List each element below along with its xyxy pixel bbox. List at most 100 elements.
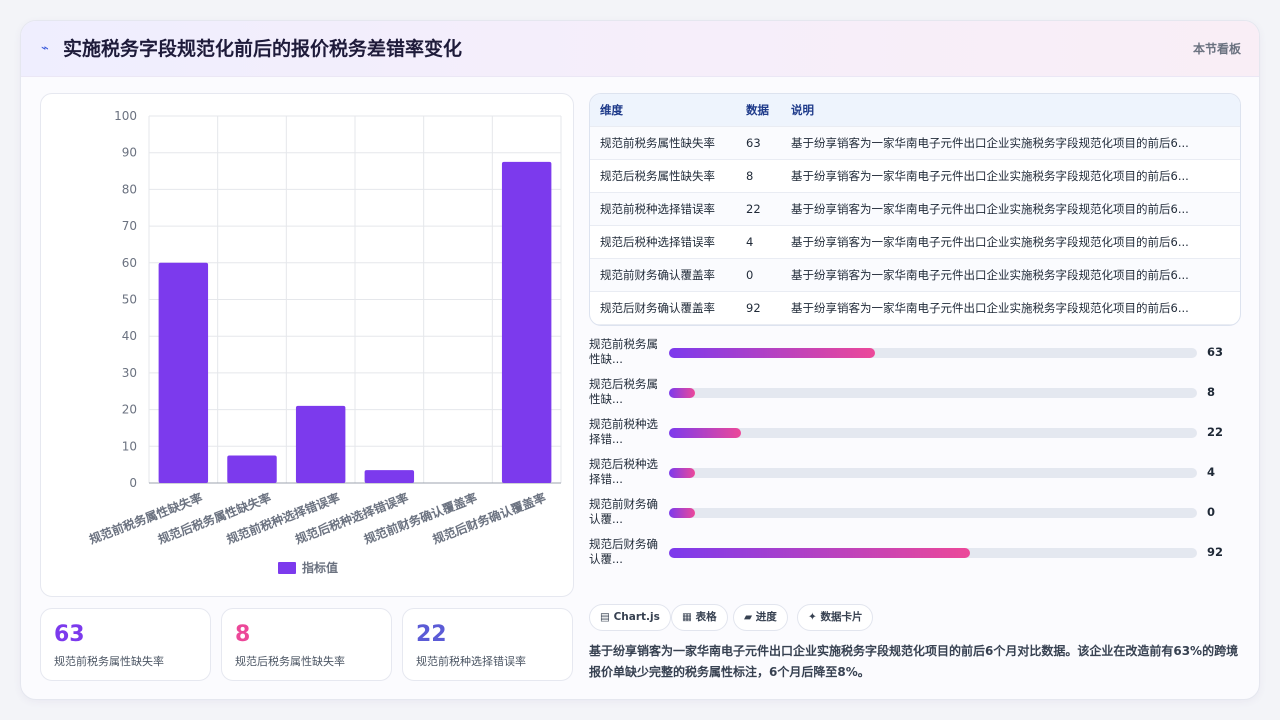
x-tick-label: 规范前税务属性缺失率 <box>87 490 204 547</box>
progress-label: 规范前财务确认覆... <box>589 497 658 526</box>
y-tick-label: 30 <box>122 366 137 380</box>
chip-chart[interactable]: ▤ Chart.js <box>589 604 671 631</box>
table-row: 规范后财务确认覆盖率 92 基于纷享销客为一家华南电子元件出口企业实施税务字段规范化… <box>590 292 1240 325</box>
table-header-cell: 维度 <box>600 103 623 117</box>
chip-table[interactable]: ▦ 表格 <box>671 604 728 631</box>
chart-icon: ▤ <box>600 611 610 623</box>
progress-item: 规范前财务确认覆... 0 <box>589 495 1249 529</box>
table-row: 规范前税务属性缺失率 63 基于纷享销客为一家华南电子元件出口企业实施税务字段规范化… <box>590 127 1240 160</box>
progress-icon: ▰ <box>744 611 753 623</box>
stat-value: 8 <box>235 622 251 647</box>
bar <box>295 405 346 483</box>
page-title: 实施税务字段规范化前后的报价税务差错率变化 <box>63 38 463 60</box>
table-cell: 0 <box>746 268 754 282</box>
stat-value: 22 <box>416 622 447 647</box>
table-row: 规范后税种选择错误率 4 基于纷享销客为一家华南电子元件出口企业实施税务字段规范化项… <box>590 226 1240 259</box>
progress-fill <box>669 548 970 558</box>
y-tick-label: 0 <box>129 476 137 490</box>
y-tick-label: 50 <box>122 293 137 307</box>
progress-label: 规范前税务属性缺... <box>589 337 658 366</box>
x-tick-label: 规范前财务确认覆盖率 <box>362 490 479 547</box>
stat-card: 22 规范前税种选择错误率 <box>402 608 573 681</box>
progress-fill <box>669 348 875 358</box>
table-cell: 基于纷享销客为一家华南电子元件出口企业实施税务字段规范化项目的前后6... <box>791 169 1189 183</box>
progress-track <box>669 508 1197 518</box>
progress-item: 规范前税务属性缺... 63 <box>589 335 1249 369</box>
table-header-cell: 数据 <box>746 103 769 117</box>
table-icon: ▦ <box>682 611 692 623</box>
bar <box>227 455 277 483</box>
header-bar: ⌁ 实施税务字段规范化前后的报价税务差错率变化 本节看板 <box>21 21 1259 77</box>
progress-label: 规范后税种选择错... <box>589 457 658 486</box>
table-cell: 规范后税种选择错误率 <box>600 235 715 249</box>
x-tick-label: 规范后税务属性缺失率 <box>156 490 273 547</box>
table-header-row: 维度 数据 说明 <box>590 94 1240 127</box>
chip-progress[interactable]: ▰ 进度 <box>733 604 788 631</box>
chip-label: Chart.js <box>613 611 660 623</box>
table-row: 规范前税种选择错误率 22 基于纷享销客为一家华南电子元件出口企业实施税务字段规范化… <box>590 193 1240 226</box>
table-cell: 基于纷享销客为一家华南电子元件出口企业实施税务字段规范化项目的前后6... <box>791 136 1189 150</box>
chip-label: 进度 <box>755 611 777 623</box>
table-cell: 基于纷享销客为一家华南电子元件出口企业实施税务字段规范化项目的前后6... <box>791 301 1189 315</box>
x-tick-label: 规范后税种选择错误率 <box>293 490 410 547</box>
progress-label: 规范前税种选择错... <box>589 417 658 446</box>
y-tick-label: 80 <box>122 182 137 196</box>
sparkle-icon: ⌁ <box>41 41 49 56</box>
progress-track <box>669 548 1197 558</box>
progress-track <box>669 428 1197 438</box>
bar-chart-svg: 0 10 20 30 40 50 60 70 80 90 100 规范前税务属性缺失率规范后税务属性缺… <box>87 109 562 575</box>
data-table: 维度 数据 说明 规范前税务属性缺失率 63 基于纷享销客为一家华南电子元件出口企业… <box>589 93 1241 326</box>
table-cell: 8 <box>746 169 754 183</box>
section-board-link[interactable]: 本节看板 <box>1193 39 1241 59</box>
progress-track <box>669 388 1197 398</box>
table-cell: 4 <box>746 235 754 249</box>
table-row: 规范前财务确认覆盖率 0 基于纷享销客为一家华南电子元件出口企业实施税务字段规范化项… <box>590 259 1240 292</box>
table-cell: 基于纷享销客为一家华南电子元件出口企业实施税务字段规范化项目的前后6... <box>791 268 1189 282</box>
progress-fill <box>669 508 696 518</box>
progress-item: 规范后税种选择错... 4 <box>589 455 1249 489</box>
card-icon: ✦ <box>808 611 817 623</box>
stat-card: 8 规范后税务属性缺失率 <box>221 608 392 681</box>
progress-track <box>669 468 1197 478</box>
table-cell: 规范后财务确认覆盖率 <box>600 301 715 315</box>
progress-fill <box>669 388 696 398</box>
table-cell: 规范后税务属性缺失率 <box>600 169 715 183</box>
table-cell: 规范前税种选择错误率 <box>600 202 715 216</box>
table-cell: 92 <box>746 301 761 315</box>
progress-item: 规范前税种选择错... 22 <box>589 415 1249 449</box>
stat-label: 规范后税务属性缺失率 <box>235 655 345 668</box>
progress-item: 规范后税务属性缺... 8 <box>589 375 1249 409</box>
progress-item: 规范后财务确认覆... 92 <box>589 535 1249 569</box>
description-text: 基于纷享销客为一家华南电子元件出口企业实施税务字段规范化项目的前后6个月对比数据… <box>589 644 1239 679</box>
y-tick-label: 60 <box>122 256 137 270</box>
table-header-cell: 说明 <box>791 103 814 117</box>
chip-card[interactable]: ✦ 数据卡片 <box>797 604 874 631</box>
table-cell: 22 <box>746 202 761 216</box>
progress-value: 4 <box>1207 465 1216 479</box>
table-cell: 基于纷享销客为一家华南电子元件出口企业实施税务字段规范化项目的前后6... <box>791 235 1189 249</box>
bar-chart: 0 10 20 30 40 50 60 70 80 90 100 规范前税务属性缺失率 规范后税务属性缺… <box>40 93 574 597</box>
stat-card: 63 规范前税务属性缺失率 <box>40 608 211 681</box>
progress-fill <box>669 468 696 478</box>
bar <box>501 161 552 483</box>
bar <box>364 470 415 483</box>
x-tick-label: 规范前税种选择错误率 <box>224 490 341 547</box>
table-cell: 规范前税务属性缺失率 <box>600 136 715 150</box>
dashboard-card: ⌁ 实施税务字段规范化前后的报价税务差错率变化 本节看板 0 10 20 30 40 50… <box>20 20 1260 700</box>
table-cell: 63 <box>746 136 761 150</box>
progress-fill <box>669 428 741 438</box>
progress-track <box>669 348 1197 358</box>
stat-value: 63 <box>54 622 85 647</box>
table-cell: 基于纷享销客为一家华南电子元件出口企业实施税务字段规范化项目的前后6... <box>791 202 1189 216</box>
stat-label: 规范前税种选择错误率 <box>416 655 526 668</box>
progress-value: 0 <box>1207 505 1216 519</box>
legend-label: 指标值 <box>302 560 338 575</box>
y-tick-label: 20 <box>122 403 137 417</box>
progress-value: 8 <box>1207 385 1216 399</box>
chip-label: 数据卡片 <box>820 611 863 623</box>
y-tick-label: 10 <box>122 439 137 453</box>
progress-label: 规范后财务确认覆... <box>589 537 658 566</box>
stat-label: 规范前税务属性缺失率 <box>54 655 164 668</box>
y-tick-label: 100 <box>114 109 137 123</box>
progress-label: 规范后税务属性缺... <box>589 377 658 406</box>
